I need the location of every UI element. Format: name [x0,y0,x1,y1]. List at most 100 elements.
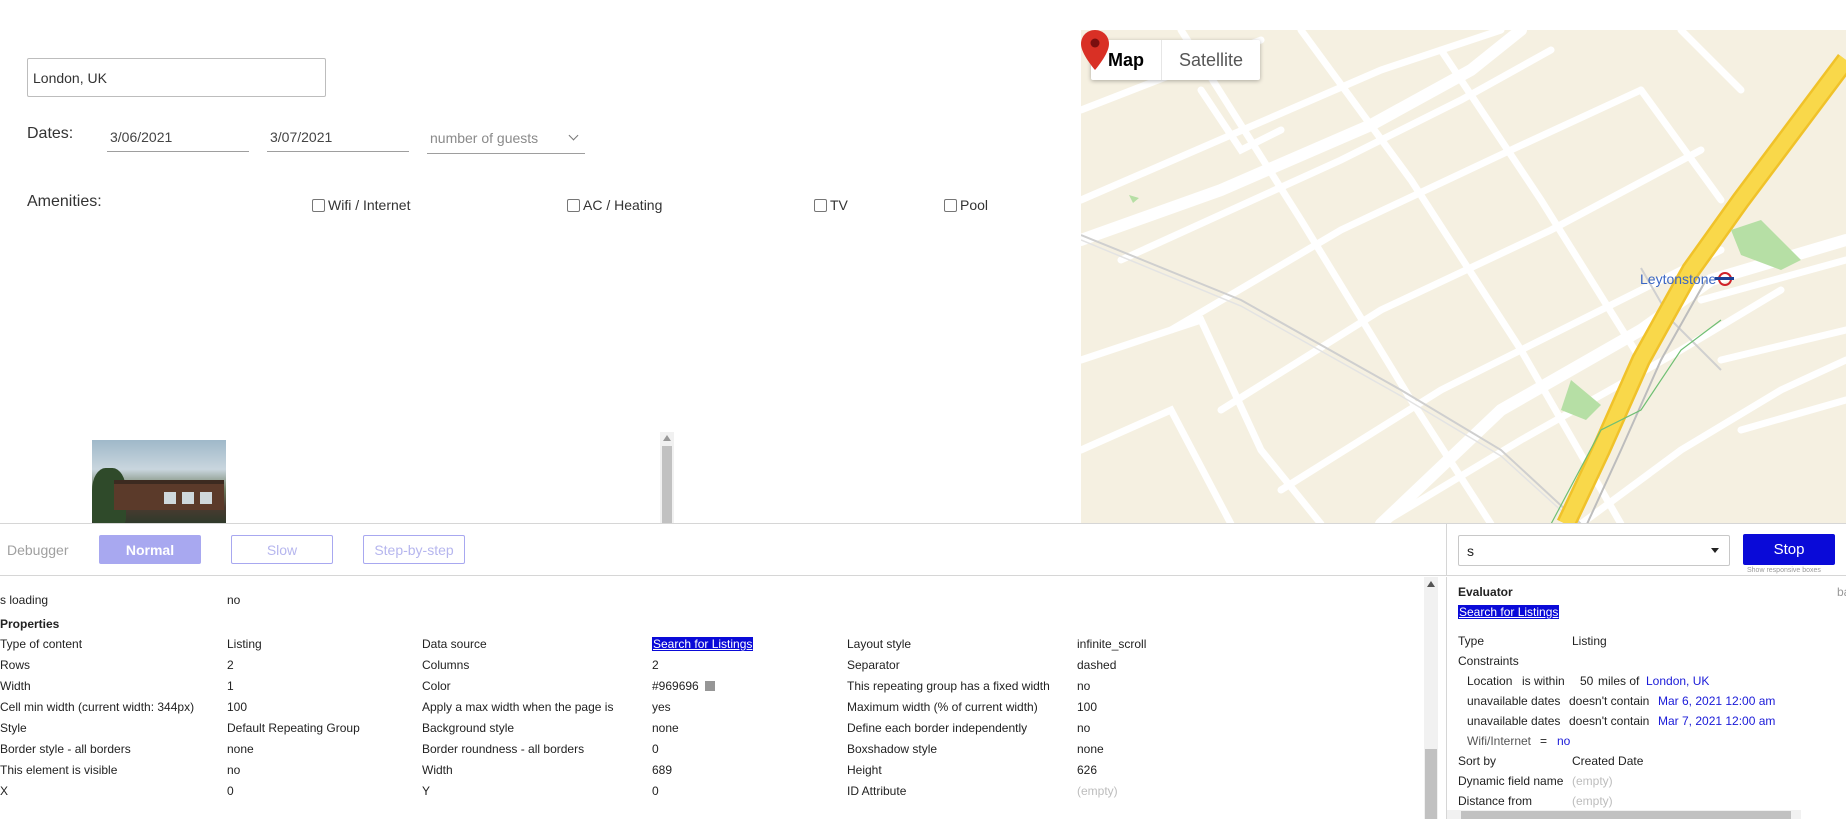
property-value-text: 0 [652,784,659,798]
listing-thumbnail[interactable] [92,440,226,524]
constraint-target[interactable]: London, UK [1646,674,1709,688]
property-row: Cell min width (current width: 344px) 100… [0,700,1424,718]
wifi-checkbox[interactable] [312,198,325,212]
station-label[interactable]: Leytonstone [1640,271,1735,287]
property-value: (empty) [1077,784,1118,798]
property-value-text: dashed [1077,658,1117,672]
properties-scrollbar[interactable] [1424,577,1438,819]
amenity-ac-heating[interactable]: AC / Heating [567,197,662,213]
amenity-label: AC / Heating [583,197,663,213]
properties-title: Properties [0,617,60,631]
evaluator-expression[interactable]: Search for Listings [1458,605,1560,619]
property-value-text: none [227,742,254,756]
scrollbar-thumb[interactable] [662,446,672,524]
property-value-text: #969696 [652,679,699,693]
constraint-target[interactable]: Mar 6, 2021 12:00 am [1658,694,1775,708]
property-value-text: yes [652,700,671,714]
ac-heating-checkbox[interactable] [567,198,580,212]
app-root: London, UK Dates: 3/06/2021 3/07/2021 nu… [0,0,1846,819]
property-value: 100 [227,700,247,714]
constraint-field: unavailable dates [1467,714,1561,728]
location-input[interactable]: London, UK [27,58,326,97]
property-label: Cell min width (current width: 344px) [0,700,195,714]
property-value: none [652,721,679,735]
show-responsive-boxes-link[interactable]: Show responsive boxes [1747,567,1821,574]
constraint-field: unavailable dates [1467,694,1561,708]
dates-label: Dates: [27,125,74,142]
guests-placeholder: number of guests [430,129,539,146]
constraint-operator: is within [1522,674,1565,688]
scrollbar-thumb[interactable] [1425,749,1437,819]
amenity-tv[interactable]: TV [814,197,848,213]
map-view[interactable]: Map Satellite Leytonstone [1081,30,1846,524]
check-in-date-input[interactable]: 3/06/2021 [107,122,249,152]
property-label: Style [0,721,27,735]
property-row: Style Default Repeating Group Background s… [0,721,1424,739]
property-value-text: none [1077,742,1104,756]
constraint-field: Wifi/Internet [1467,734,1532,748]
amenity-wifi[interactable]: Wifi / Internet [312,197,410,213]
property-row: Border style - all borders none Border rou… [0,742,1424,760]
element-search-dropdown[interactable]: s [1458,535,1730,566]
property-value-text: 100 [1077,700,1098,714]
property-label: Border style - all borders [0,742,131,756]
property-value-text: infinite_scroll [1077,637,1147,651]
property-value-text: (empty) [1077,784,1118,798]
tv-checkbox[interactable] [814,198,827,212]
property-label: Rows [0,658,31,672]
property-value: 689 [652,763,672,777]
property-value: 100 [1077,700,1097,714]
caret-down-icon [1711,548,1719,553]
dynamic-field-label: Dynamic field name [1458,774,1564,788]
mode-normal-button[interactable]: Normal [99,535,201,564]
guests-dropdown[interactable]: number of guests [427,122,585,154]
amenity-pool[interactable]: Pool [944,197,988,213]
property-label: This element is visible [0,763,118,777]
debugger-toolbar: Debugger Normal Slow Step-by-step [0,524,1446,576]
property-value: 2 [652,658,659,672]
property-value: 0 [652,742,659,756]
stop-button[interactable]: Stop [1743,534,1835,565]
property-label: Separator [847,658,900,672]
property-label: ID Attribute [847,784,907,798]
property-value-text[interactable]: Search for Listings [652,637,754,651]
map-type-satellite-button[interactable]: Satellite [1161,40,1260,80]
property-value: 626 [1077,763,1097,777]
mode-step-by-step-button[interactable]: Step-by-step [363,535,465,564]
constraint-unit: miles of [1598,674,1640,688]
mode-slow-button[interactable]: Slow [231,535,333,564]
property-label: Data source [422,637,487,651]
scroll-up-icon[interactable] [1427,581,1435,587]
debugger-title: Debugger [7,542,69,558]
property-value: none [1077,742,1104,756]
constraint-operator: = [1540,734,1548,748]
amenity-label: Pool [960,197,989,213]
pool-checkbox[interactable] [944,198,957,212]
map-type-control: Map Satellite [1091,40,1261,80]
evaluator-cut-label: ba [1837,585,1846,599]
constraint-target[interactable]: Mar 7, 2021 12:00 am [1658,714,1775,728]
property-value: no [1077,679,1090,693]
property-value: no [1077,721,1090,735]
property-value-text: none [652,721,679,735]
property-value: Listing [227,637,262,651]
evaluator-horizontal-scrollbar[interactable] [1447,810,1801,819]
constraint-target[interactable]: no [1557,734,1570,748]
map-pin-icon[interactable] [1081,30,1109,70]
property-value-text: 0 [652,742,659,756]
listings-scrollbar[interactable] [660,432,674,524]
property-label: Boxshadow style [847,742,938,756]
constraint-operator: doesn't contain [1569,714,1650,728]
color-swatch [704,681,715,691]
underground-icon [1715,272,1735,286]
properties-panel: s loading no Properties Type of content L… [0,577,1424,819]
property-value: none [227,742,254,756]
property-value-text: 0 [227,784,234,798]
property-label: Define each border independently [847,721,1028,735]
property-value: Default Repeating Group [227,721,360,735]
scrollbar-thumb[interactable] [1461,811,1791,819]
check-out-date-input[interactable]: 3/07/2021 [267,122,409,152]
property-label: Maximum width (% of current width) [847,700,1038,714]
chevron-down-icon [568,130,579,141]
scroll-up-icon[interactable] [663,435,671,441]
